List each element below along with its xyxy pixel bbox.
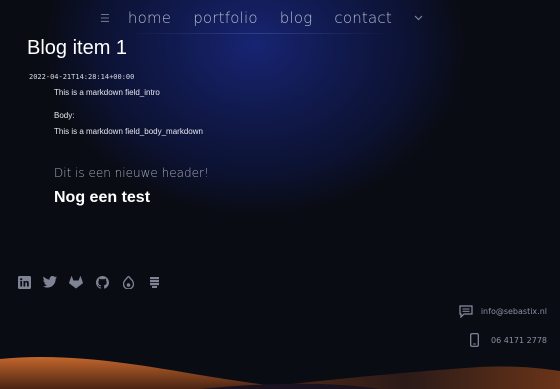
nav-underline — [126, 33, 391, 34]
contact-email[interactable]: info@sebastix.nl — [459, 305, 547, 318]
nav-home[interactable]: home — [128, 9, 171, 27]
gitlab-icon[interactable] — [69, 275, 83, 289]
stack-icon[interactable] — [147, 275, 161, 289]
footer-wave — [0, 356, 560, 389]
body-label: Body: — [54, 111, 75, 120]
twitter-icon[interactable] — [43, 275, 57, 289]
post-intro: This is a markdown field_intro — [54, 88, 160, 97]
hamburger-icon[interactable]: ☰ — [100, 12, 110, 25]
post-body: This is a markdown field_body_markdown — [54, 127, 203, 136]
message-icon — [459, 305, 473, 318]
nav-blog[interactable]: blog — [280, 9, 313, 27]
phone-link[interactable]: 06 4171 2778 — [491, 336, 547, 345]
github-icon[interactable] — [95, 275, 109, 289]
contact-phone[interactable]: 06 4171 2778 — [470, 333, 547, 347]
nav-portfolio[interactable]: portfolio — [193, 9, 258, 27]
main-nav: ☰ home portfolio blog contact — [100, 5, 423, 31]
post-title: Blog item 1 — [27, 37, 128, 59]
email-link[interactable]: info@sebastix.nl — [481, 307, 547, 316]
nav-contact[interactable]: contact — [334, 9, 392, 27]
post-date: 2022-04-21T14:28:14+00:00 — [29, 73, 135, 81]
linkedin-icon[interactable] — [17, 275, 31, 289]
drupal-icon[interactable] — [121, 275, 135, 289]
post-subheader: Dit is een nieuwe header! — [54, 166, 209, 180]
social-links — [17, 275, 173, 289]
mobile-phone-icon — [470, 333, 479, 347]
chevron-down-icon[interactable] — [414, 13, 423, 24]
post-heading: Nog een test — [54, 189, 151, 206]
